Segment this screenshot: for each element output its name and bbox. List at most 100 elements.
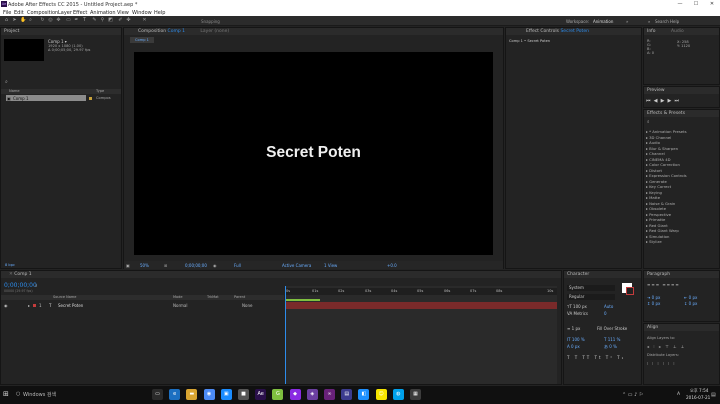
current-time-display[interactable]: 0;00;00;00	[185, 263, 207, 268]
puppet-tool-icon[interactable]: ✤	[126, 18, 131, 23]
work-area-bar[interactable]	[285, 299, 320, 301]
audio-tab[interactable]: Audio	[671, 29, 684, 34]
source-name-column[interactable]: Source Name	[53, 295, 76, 299]
app6-icon[interactable]: ◧	[358, 389, 370, 400]
current-time-indicator[interactable]	[285, 286, 286, 384]
camera-tool-icon[interactable]: ◎	[48, 18, 53, 23]
prev-frame-icon[interactable]: ◀	[654, 98, 658, 104]
composition-tab-comp[interactable]: Comp 1	[168, 29, 185, 34]
visual-studio-icon[interactable]: ∞	[324, 389, 335, 400]
app7-icon[interactable]: ◍	[392, 389, 404, 400]
view-layout-select[interactable]: 1 View	[324, 263, 337, 268]
effects-category[interactable]: ▸ Distort	[646, 168, 662, 173]
character-tab[interactable]: Character	[564, 271, 641, 278]
layer-mode-select[interactable]: Normal	[173, 303, 187, 308]
app5-icon[interactable]: ▤	[341, 389, 353, 400]
explorer-icon[interactable]: ▬	[186, 389, 198, 400]
pan-behind-tool-icon[interactable]: ✥	[56, 18, 61, 23]
pen-tool-icon[interactable]: ✒	[74, 18, 79, 23]
search-help-input[interactable]: Search Help	[655, 19, 679, 24]
time-graph[interactable]: 0s 01s 02s 03s 04s 05s 06s 07s 08s 10s	[285, 286, 557, 384]
effects-category[interactable]: ▸ Keying	[646, 190, 662, 195]
leading-field[interactable]: Auto	[604, 304, 613, 309]
mode-column[interactable]: Mode	[173, 295, 183, 299]
effects-category[interactable]: ▸ Key Correct	[646, 184, 671, 189]
edge-icon[interactable]: e	[169, 389, 181, 400]
vertical-scale-field[interactable]: IT 100 %	[567, 337, 585, 342]
composition-tab[interactable]: Composition	[138, 29, 166, 34]
align-tab[interactable]: Align	[644, 324, 719, 331]
next-frame-icon[interactable]: ▶	[668, 98, 672, 104]
effects-category[interactable]: ▸ Audio	[646, 140, 660, 145]
app4-icon[interactable]: ◈	[306, 389, 318, 400]
effects-category[interactable]: ▸ * Animation Presets	[646, 129, 687, 134]
timeline-timecode[interactable]: 0;00;00;00	[4, 282, 37, 289]
brush-tool-icon[interactable]: ✎	[92, 18, 97, 23]
comp-subtab[interactable]: Comp 1	[130, 37, 154, 43]
space-after-field[interactable]: ↧ 0 px	[684, 301, 697, 306]
tracking-field[interactable]: 0	[604, 311, 607, 316]
effects-category[interactable]: ▸ Color Correction	[646, 162, 680, 167]
layer-name[interactable]: Secret Poten	[58, 303, 83, 308]
search-icon[interactable]: ○	[16, 391, 20, 397]
snapshot-icon[interactable]: ◉	[213, 263, 217, 268]
faux-style-buttons[interactable]: T T TT Tt T¹ T₁	[567, 355, 625, 360]
timeline-search-icon[interactable]: ⌕	[35, 283, 38, 289]
effects-category[interactable]: ▸ Blur & Sharpen	[646, 146, 678, 151]
effects-category[interactable]: ▸ Simulation	[646, 234, 669, 239]
home-icon[interactable]: ⌂	[4, 18, 9, 23]
rotate-tool-icon[interactable]: ↻	[40, 18, 45, 23]
effects-category[interactable]: ▸ Noise & Grain	[646, 201, 675, 206]
selection-tool-icon[interactable]: ➤	[12, 18, 17, 23]
font-style-select[interactable]: Regular	[567, 294, 615, 300]
chrome-icon[interactable]: ◉	[203, 389, 215, 400]
bpc-button[interactable]: 8 bpc	[5, 263, 15, 267]
parent-column[interactable]: Parent	[234, 295, 245, 299]
column-type[interactable]: Type	[96, 89, 104, 93]
distribute-buttons[interactable]: ⫶ ⫶ ⫶ ⫶ ⫶ ⫶	[647, 361, 676, 366]
paragraph-tab[interactable]: Paragraph	[644, 271, 719, 278]
resolution-select[interactable]: Full	[234, 263, 241, 268]
effects-search-icon[interactable]: ⌕	[647, 119, 650, 125]
font-size-field[interactable]: ᴛT 100 px	[567, 304, 587, 309]
app8-icon[interactable]: ▦	[410, 389, 421, 400]
taskbar-clock-time[interactable]: 오후 7:54	[690, 388, 708, 394]
hand-tool-icon[interactable]: ✋	[20, 18, 26, 23]
taskbar-search-box[interactable]: Windows 검색	[23, 391, 56, 398]
windows-start-icon[interactable]: ⊞	[3, 390, 9, 398]
timeline-layer-row[interactable]: ◉ ▸ 1 T Secret Poten Normal None	[1, 302, 284, 308]
photos-icon[interactable]: ▣	[220, 389, 232, 400]
kakaotalk-icon[interactable]: ☺	[375, 389, 387, 400]
stroke-width-field[interactable]: ≡ 1 px	[567, 326, 580, 331]
visibility-eye-icon[interactable]: ◉	[4, 303, 8, 308]
baseline-shift-field[interactable]: A 0 px	[567, 344, 580, 349]
tsume-field[interactable]: あ 0 %	[604, 344, 617, 350]
stroke-color-swatch[interactable]	[626, 287, 634, 295]
indent-right-field[interactable]: ⇤ 0 px	[684, 295, 697, 300]
grid-options-icon[interactable]: ⊞	[164, 263, 167, 268]
last-frame-icon[interactable]: ⏭	[674, 98, 679, 104]
close-button[interactable]: ✕	[704, 0, 720, 9]
info-tab[interactable]: Info	[647, 29, 656, 34]
app3-icon[interactable]: ◆	[289, 389, 301, 400]
play-icon[interactable]: ▶	[661, 98, 665, 104]
effects-category[interactable]: ▸ 3D Channel	[646, 135, 671, 140]
input-language[interactable]: A	[677, 392, 680, 397]
stroke-type-select[interactable]: Fill Over Stroke	[597, 326, 627, 331]
effects-category[interactable]: ▸ Matte	[646, 195, 660, 200]
effects-category[interactable]: ▸ Obsolete	[646, 206, 666, 211]
after-effects-icon[interactable]: Ae	[255, 389, 267, 400]
minimize-button[interactable]: —	[672, 0, 688, 9]
zoom-tool-icon[interactable]: ⌕	[28, 18, 33, 23]
layer-duration-bar[interactable]	[285, 302, 557, 309]
font-family-select[interactable]: System	[567, 285, 615, 291]
space-before-field[interactable]: ↥ 0 px	[647, 301, 660, 306]
expand-arrow-icon[interactable]: ▸	[28, 303, 30, 308]
magnification-select[interactable]: 50%	[140, 263, 149, 268]
exposure-value[interactable]: +0.0	[387, 263, 397, 268]
timeline-tab[interactable]: ✕ Comp 1	[1, 271, 561, 278]
camera-select[interactable]: Active Camera	[282, 263, 311, 268]
task-view-icon[interactable]: ▭	[152, 389, 163, 400]
effects-category[interactable]: ▸ Red Giant	[646, 223, 668, 228]
workspace-select[interactable]: Animation	[593, 19, 613, 24]
